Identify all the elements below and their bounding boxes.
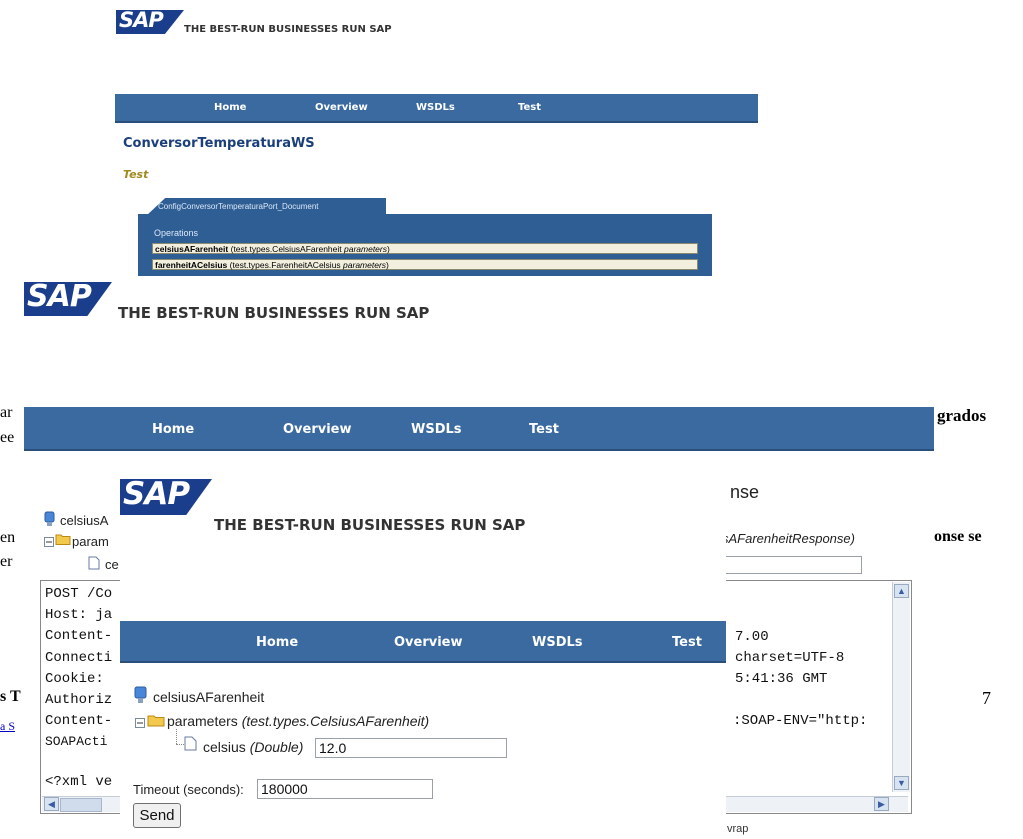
tree-leaf-label: ce [105,557,119,572]
doc-fragment: grados [937,406,987,425]
nav-home[interactable]: Home [256,635,298,650]
response-line: 5:41:36 GMT [735,671,828,687]
operation-row[interactable]: celsiusAFarenheit (test.types.CelsiusAFa… [152,243,698,254]
response-line: charset=UTF-8 [735,650,845,666]
vertical-scrollbar[interactable]: ▲ ▼ [892,582,910,792]
request-line: Authoriz [45,692,113,708]
celsius-input[interactable]: 12.0 [315,738,507,758]
folder-icon [55,532,71,550]
doc-fragment: onse se [934,528,982,545]
timeout-label: Timeout (seconds): [133,782,244,797]
send-button[interactable]: Send [133,803,181,828]
test-label: Test [123,168,149,181]
wrap-label: vrap [727,823,749,835]
request-line: Content- [45,628,113,644]
operation-param: parameters [344,244,387,254]
nav-wsdls[interactable]: WSDLs [532,635,583,650]
tree-param-label: param [72,534,109,549]
scroll-up-icon[interactable]: ▲ [894,584,909,598]
parameters-label: parameters (test.types.CelsiusAFarenheit… [167,713,429,729]
middle-navbar: Home Overview WSDLs Test [24,407,934,451]
operation-icon [134,686,148,709]
sap-logo: SAP [116,10,184,34]
response-type: sAFarenheitResponse) [722,531,855,546]
nav-test[interactable]: Test [518,102,541,113]
response-heading: nse [730,482,760,502]
doc-fragment: ar [0,404,13,421]
request-line: SOAPActi [45,734,108,749]
folder-icon [147,713,165,732]
tree-connector [176,729,178,744]
nav-wsdls[interactable]: WSDLs [411,422,462,437]
tagline: THE BEST-RUN BUSINESSES RUN SAP [184,24,392,35]
parameters-type: (test.types.CelsiusAFarenheit) [241,713,430,729]
operation-name: celsiusAFarenheit [155,244,229,254]
parameters-name: parameters [167,713,238,729]
document-icon [184,736,197,756]
operation-param: parameters [343,260,387,270]
operation-close: ) [386,260,389,270]
field-name: celsius [203,739,246,755]
response-line: :SOAP-ENV="http: [733,713,868,729]
timeout-input[interactable]: 180000 [257,779,433,799]
service-title: ConversorTemperaturaWS [123,136,315,151]
scroll-left-icon[interactable]: ◀ [44,797,59,811]
operation-signature: (test.types.CelsiusAFarenheit [230,244,344,254]
document-icon [88,556,100,575]
response-input[interactable] [722,556,862,574]
request-line: Cookie: [45,671,104,687]
tree-operation-label: celsiusAFarenheit [153,689,265,705]
doc-fragment: s T [0,688,21,705]
tree-connector [176,744,184,746]
request-line: Content- [45,713,113,729]
doc-fragment: er [0,553,13,570]
nav-overview[interactable]: Overview [315,102,368,113]
scroll-right-icon[interactable]: ▶ [874,797,889,811]
response-line: 7.00 [735,629,769,645]
scroll-down-icon[interactable]: ▼ [894,776,909,790]
page-number: 7 [982,688,991,708]
collapse-icon[interactable] [135,715,145,733]
request-line: Host: ja [45,607,113,623]
operation-row[interactable]: farenheitACelsius (test.types.FarenheitA… [152,259,698,270]
nav-overview[interactable]: Overview [394,635,463,650]
operation-icon [44,511,56,532]
scroll-thumb[interactable] [60,798,102,812]
nav-overview[interactable]: Overview [283,422,352,437]
request-line: <?xml ve [45,774,113,790]
field-label: celsius (Double) [203,739,303,755]
nav-home[interactable]: Home [214,102,246,113]
operation-name: farenheitACelsius [155,260,228,270]
field-type: (Double) [249,739,304,755]
top-navbar: Home Overview WSDLs Test [115,94,758,123]
doc-link-fragment[interactable]: a S [0,719,15,734]
request-line: POST /Co [45,586,113,602]
front-navbar: Home Overview WSDLs Test [120,621,726,663]
nav-test[interactable]: Test [529,422,559,437]
tree-operation-label: celsiusA [60,513,109,528]
nav-test[interactable]: Test [672,635,702,650]
collapse-icon[interactable] [44,534,54,552]
operation-signature: (test.types.FarenheitACelsius [229,260,344,270]
operation-close: ) [387,244,390,254]
request-line: Connecti [45,650,113,666]
tagline: THE BEST-RUN BUSINESSES RUN SAP [118,304,430,322]
nav-wsdls[interactable]: WSDLs [416,102,455,113]
doc-fragment: en [0,529,16,546]
doc-fragment: ee [0,429,15,446]
nav-home[interactable]: Home [152,422,194,437]
tagline: THE BEST-RUN BUSINESSES RUN SAP [214,516,526,534]
operations-header: Operations [154,228,199,238]
